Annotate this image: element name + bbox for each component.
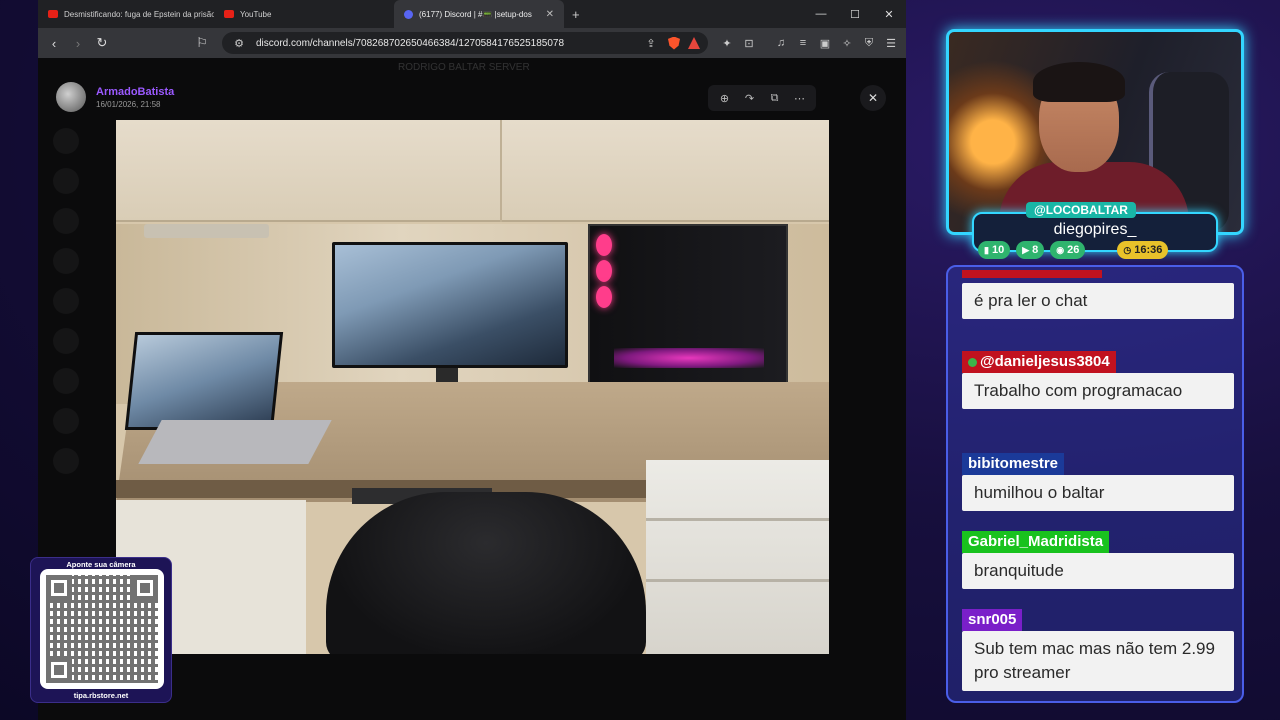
browser-toolbar: ‹ › ↻ ⚐ ⚙ discord.com/channels/708268702… — [38, 28, 906, 58]
minimize-icon[interactable]: — — [804, 0, 838, 28]
pc-case — [588, 224, 788, 402]
new-tab-button[interactable]: + — [564, 0, 588, 28]
setup-photo[interactable] — [116, 120, 829, 654]
media-icon[interactable]: ♫ — [772, 37, 790, 49]
youtube-icon — [48, 10, 58, 18]
chat-text: branquitude — [962, 553, 1234, 589]
streamer-hair — [1033, 62, 1125, 102]
chat-username: bibitomestre — [962, 453, 1065, 475]
address-bar[interactable]: ⚙ discord.com/channels/70826870265046638… — [222, 32, 708, 54]
open-external-icon[interactable]: ⧉ — [762, 92, 787, 105]
chat-message: é pra ler o chat — [962, 267, 1234, 319]
twitch-count-badge: ▮ 10 — [978, 241, 1011, 259]
status-dot-icon — [968, 357, 977, 367]
chat-username: @danieljesus3804 — [962, 351, 1116, 373]
more-options-icon[interactable]: ⋯ — [787, 92, 812, 105]
chat-overlay: é pra ler o chat @danieljesus3804 Trabal… — [946, 265, 1244, 703]
chat-username — [962, 270, 1102, 278]
extensions-icon[interactable]: ✦ — [718, 37, 736, 50]
reading-list-icon[interactable]: ≡ — [794, 37, 812, 49]
chat-message: Gabriel_Madridista branquitude — [962, 531, 1234, 589]
post-timestamp: 16/01/2026, 21:58 — [96, 99, 161, 109]
menu-icon[interactable]: ☰ — [882, 37, 900, 50]
twitch-count: 10 — [991, 244, 1005, 256]
chat-text: Trabalho com programacao — [962, 373, 1234, 409]
monitor-stand — [436, 368, 458, 382]
back-icon[interactable]: ‹ — [44, 33, 64, 53]
kick-count: 26 — [1067, 244, 1080, 256]
image-viewer-header: ArmadoBatista 16/01/2026, 21:58 — [56, 82, 174, 112]
chat-text: Sub tem mac mas não tem 2.99 pro streame… — [962, 631, 1234, 691]
tab-discord[interactable]: (6177) Discord | #📟 |setup-dos-subs | ✕ — [394, 0, 564, 28]
share-icon[interactable]: ⇪ — [642, 37, 660, 50]
kick-count-badge: ◉ 26 — [1050, 241, 1086, 259]
qr-title: Aponte sua câmera — [66, 560, 136, 569]
chat-message: @danieljesus3804 Trabalho com programaca… — [962, 351, 1234, 409]
youtube-icon: ▶ — [1022, 244, 1030, 255]
close-tab-icon[interactable]: ✕ — [546, 9, 554, 20]
youtube-icon — [224, 10, 234, 18]
leo-ai-icon[interactable]: ✧ — [838, 37, 856, 50]
chat-username: snr005 — [962, 609, 1023, 631]
stream-time-badge: ◷ 16:36 — [1117, 241, 1169, 259]
reload-icon[interactable]: ↻ — [92, 33, 112, 53]
brave-rewards-icon[interactable] — [688, 37, 700, 49]
tab-label: Desmistificando: fuga de Epstein da pris… — [64, 9, 214, 19]
forward-icon[interactable]: › — [68, 33, 88, 53]
screenshot-icon[interactable]: ⊡ — [740, 37, 758, 50]
clock-icon: ◷ — [1123, 244, 1132, 255]
office-chair — [326, 492, 646, 654]
tab-strip: Desmistificando: fuga de Epstein da pris… — [38, 0, 906, 28]
channel-handle: @LOCOBALTAR — [1026, 202, 1136, 218]
server-name: RODRIGO BALTAR SERVER — [398, 62, 530, 73]
laptop — [124, 332, 284, 430]
maximize-icon[interactable]: ☐ — [838, 0, 872, 28]
stream-stats: ▮ 10 ▶ 8 ◉ 26 ◷ 16:36 — [978, 241, 1169, 259]
upper-cabinet — [116, 120, 829, 222]
latest-follower-name: diegopires_ — [1053, 221, 1137, 238]
twitch-icon: ▮ — [984, 244, 989, 255]
zoom-icon[interactable]: ⊕ — [712, 92, 737, 105]
chat-text: humilhou o baltar — [962, 475, 1234, 511]
viewer-toolbar: ⊕ ↷ ⧉ ⋯ — [708, 85, 816, 111]
youtube-count-badge: ▶ 8 — [1016, 241, 1045, 259]
site-settings-icon[interactable]: ⚙ — [230, 37, 248, 50]
wallet-icon[interactable]: ▣ — [816, 37, 834, 50]
tab-youtube-video[interactable]: Desmistificando: fuga de Epstein da pris… — [38, 0, 214, 28]
qr-code — [40, 569, 164, 689]
light-bar — [144, 224, 269, 238]
drawers — [646, 460, 829, 654]
chat-text: é pra ler o chat — [962, 283, 1234, 319]
forward-message-icon[interactable]: ↷ — [737, 92, 762, 105]
stream-time: 16:36 — [1134, 244, 1163, 256]
close-viewer-button[interactable]: ✕ — [860, 85, 886, 111]
tab-label: YouTube — [240, 9, 272, 19]
laptop-base — [138, 420, 332, 464]
bookmark-icon[interactable]: ⚐ — [192, 33, 212, 53]
discord-icon — [404, 9, 413, 19]
url-text[interactable]: discord.com/channels/708268702650466384/… — [256, 38, 634, 49]
tab-label: (6177) Discord | #📟 |setup-dos-subs | — [419, 9, 532, 19]
vpn-icon[interactable]: ⛨ — [860, 37, 878, 50]
chat-message: bibitomestre humilhou o baltar — [962, 453, 1234, 511]
youtube-count: 8 — [1032, 244, 1039, 256]
chat-message: snr005 Sub tem mac mas não tem 2.99 pro … — [962, 609, 1234, 691]
window-controls: — ☐ ✕ — [804, 0, 906, 28]
tab-youtube[interactable]: YouTube — [214, 0, 390, 28]
brave-shields-icon[interactable] — [668, 36, 680, 50]
avatar[interactable] — [56, 82, 86, 112]
author-name[interactable]: ArmadoBatista — [96, 86, 174, 98]
chat-username: Gabriel_Madridista — [962, 531, 1110, 553]
qr-card: Aponte sua câmera tipa.rbstore.net — [30, 557, 172, 703]
kick-icon: ◉ — [1056, 244, 1065, 255]
close-window-icon[interactable]: ✕ — [872, 0, 906, 28]
qr-url: tipa.rbstore.net — [73, 691, 129, 700]
monitor — [332, 242, 568, 368]
